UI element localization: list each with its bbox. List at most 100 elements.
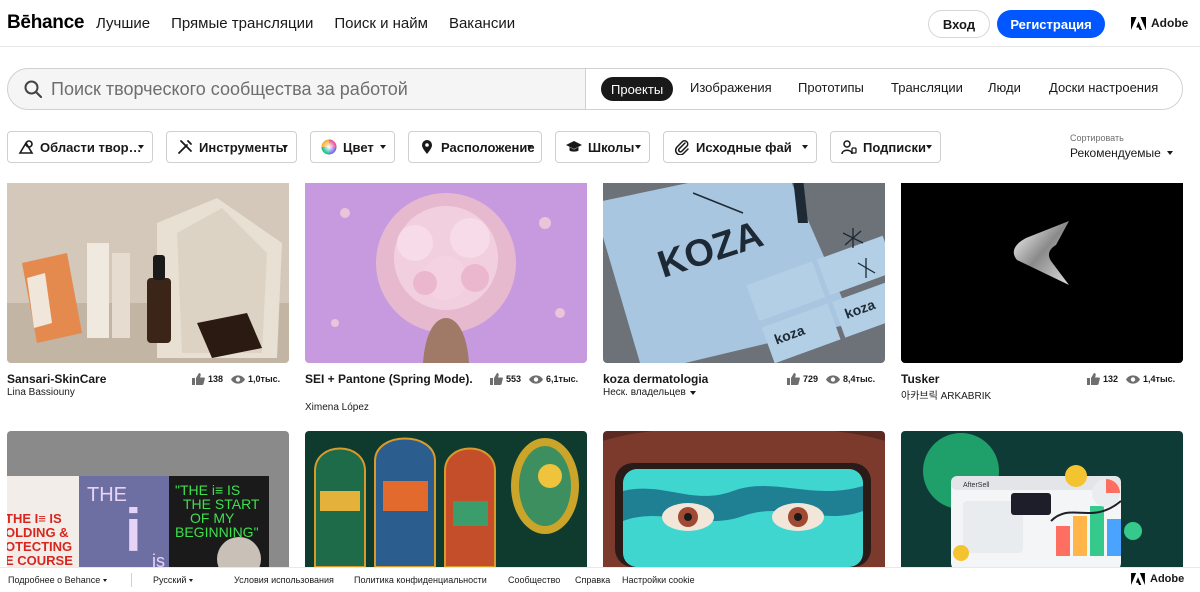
adobe-link[interactable]: Adobe [1131, 16, 1188, 30]
chevron-down-icon [189, 579, 194, 583]
signup-button[interactable]: Регистрация [997, 10, 1105, 38]
search-bar: Поиск творческого сообщества за работой … [7, 68, 1183, 110]
project-title[interactable]: koza dermatologia [603, 372, 778, 386]
footer-about-label: Подробнее о Behance [8, 575, 101, 585]
footer-community[interactable]: Сообщество [508, 575, 560, 585]
chevron-down-icon [635, 145, 641, 149]
author-name: Lina Bassiouny [7, 387, 75, 398]
footer-language[interactable]: Русский [153, 575, 194, 585]
footer-help[interactable]: Справка [575, 575, 610, 585]
vinyl-i-text: i [125, 497, 142, 564]
subscriptions-icon [841, 140, 857, 155]
filter-creative-fields[interactable]: Области твор… [7, 131, 153, 163]
filter-color[interactable]: Цвет [310, 131, 395, 163]
footer-language-label: Русский [153, 575, 187, 585]
adobe-logo-icon [1131, 16, 1146, 30]
thumbnail-image [305, 431, 587, 567]
project-stats: 729 8,4тыс. [787, 373, 875, 385]
project-author[interactable]: 아카브릭 ARKABRIK [901, 387, 991, 402]
project-stats: 132 1,4тыс. [1087, 373, 1175, 385]
multiple-owners-dropdown[interactable]: Неск. владельцев [603, 387, 696, 398]
project-title[interactable]: Tusker [901, 372, 1076, 386]
chevron-down-icon [1166, 151, 1173, 155]
tab-prototypes[interactable]: Прототипы [798, 80, 864, 95]
thumbnail-image: AfterSell [901, 431, 1183, 567]
thumbs-up-icon [787, 373, 800, 385]
like-count: 729 [803, 374, 819, 384]
footer-terms[interactable]: Условия использования [234, 575, 334, 585]
project-author[interactable]: Ximena López [305, 402, 369, 413]
project-title[interactable]: SEI + Pantone (Spring Mode). [305, 372, 475, 386]
tab-streams[interactable]: Трансляции [891, 80, 963, 95]
creative-fields-icon [18, 140, 34, 154]
tab-people[interactable]: Люди [988, 80, 1021, 95]
thumbnail-image [305, 183, 587, 363]
top-navigation: Bēhance Лучшие Прямые трансляции Поиск и… [0, 0, 1200, 47]
thumbnail-image [603, 431, 885, 567]
chevron-down-icon [802, 145, 808, 149]
like-count: 138 [208, 374, 224, 384]
thumbs-up-icon [490, 373, 503, 385]
project-thumbnail[interactable]: KOZA koza koza [603, 183, 885, 363]
footer-about[interactable]: Подробнее о Behance [8, 575, 108, 585]
project-thumbnail[interactable] [305, 183, 587, 363]
project-thumbnail[interactable] [901, 183, 1183, 363]
filter-label: Цвет [343, 139, 374, 155]
search-type-tabs: Проекты Изображения Прототипы Трансляции… [585, 69, 1182, 109]
chevron-down-icon [689, 390, 696, 395]
footer: Подробнее о Behance Русский Условия испо… [0, 567, 1200, 592]
sort-value: Рекомендуемые [1070, 146, 1161, 160]
filter-schools[interactable]: Школы [555, 131, 650, 163]
filter-location[interactable]: Расположение [408, 131, 542, 163]
tab-projects[interactable]: Проекты [601, 77, 674, 101]
thumbs-up-icon [192, 373, 205, 385]
vinyl-the-text: THE [87, 484, 127, 506]
nav-best[interactable]: Лучшие [96, 15, 150, 32]
color-wheel-icon [321, 139, 337, 155]
main-nav: Лучшие Прямые трансляции Поиск и найм Ва… [96, 15, 515, 32]
nav-hire[interactable]: Поиск и найм [334, 15, 428, 32]
project-thumbnail[interactable] [603, 431, 885, 567]
thumbnail-image [7, 183, 289, 363]
footer-privacy[interactable]: Политика конфиденциальности [354, 575, 487, 585]
nav-livestreams[interactable]: Прямые трансляции [171, 15, 313, 32]
project-thumbnail[interactable]: THE I≡ IS OLDING & OTECTING E COURSE THE i … [7, 431, 289, 567]
behance-logo[interactable]: Bēhance [7, 12, 84, 34]
tab-images[interactable]: Изображения [690, 80, 772, 95]
project-thumbnail[interactable] [7, 183, 289, 363]
aftersell-label: AfterSell [963, 482, 990, 489]
eye-icon [826, 374, 841, 384]
tab-moodboards[interactable]: Доски настроения [1049, 80, 1158, 95]
tools-icon [178, 140, 192, 154]
footer-cookie-settings[interactable]: Настройки cookie [622, 575, 695, 585]
view-count: 8,4тыс. [843, 374, 876, 384]
thumbs-up-icon [1087, 373, 1100, 385]
login-button[interactable]: Вход [928, 10, 990, 38]
sort-label: Сортировать [1070, 133, 1124, 143]
filter-subscriptions[interactable]: Подписки [830, 131, 941, 163]
filter-label: Исходные фай [696, 139, 792, 155]
project-thumbnail[interactable]: AfterSell [901, 431, 1183, 567]
author-name: Неск. владельцев [603, 387, 686, 398]
search-input[interactable]: Поиск творческого сообщества за работой [8, 69, 585, 109]
thumbnail-image: THE I≡ IS OLDING & OTECTING E COURSE THE i … [7, 431, 289, 567]
eye-icon [1126, 374, 1141, 384]
project-stats: 553 6,1тыс. [490, 373, 578, 385]
eye-icon [529, 374, 544, 384]
project-title[interactable]: Sansari-SkinCare [7, 372, 182, 386]
filter-label: Подписки [863, 139, 926, 155]
sort-dropdown[interactable]: Рекомендуемые [1070, 146, 1173, 160]
filter-source-files[interactable]: Исходные фай [663, 131, 817, 163]
thumbnail-image: KOZA koza koza [603, 183, 885, 363]
project-author[interactable]: Lina Bassiouny [7, 387, 75, 398]
chevron-down-icon [103, 579, 108, 583]
search-placeholder: Поиск творческого сообщества за работой [51, 79, 408, 99]
footer-adobe-link[interactable]: Adobe [1131, 573, 1184, 585]
project-thumbnail[interactable] [305, 431, 587, 567]
paperclip-icon [674, 140, 689, 155]
filter-tools[interactable]: Инструменты [166, 131, 297, 163]
vinyl-is-text: is [152, 551, 165, 567]
chevron-down-icon [380, 145, 386, 149]
nav-jobs[interactable]: Вакансии [449, 15, 515, 32]
view-count: 6,1тыс. [546, 374, 579, 384]
